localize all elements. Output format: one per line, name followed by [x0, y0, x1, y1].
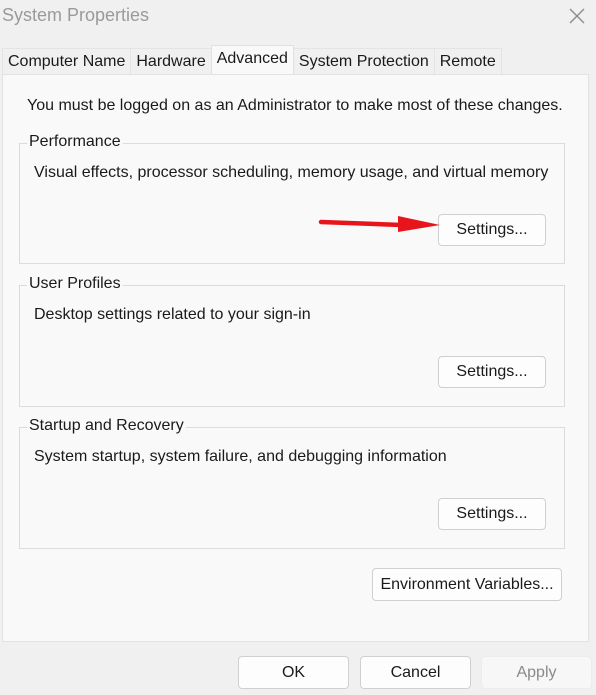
tab-advanced[interactable]: Advanced	[210, 45, 294, 74]
tab-system-protection[interactable]: System Protection	[292, 48, 435, 74]
startup-recovery-settings-button[interactable]: Settings...	[438, 498, 546, 530]
tab-computer-name[interactable]: Computer Name	[2, 48, 132, 74]
user-profiles-settings-button[interactable]: Settings...	[438, 356, 546, 388]
performance-settings-button[interactable]: Settings...	[438, 214, 546, 246]
startup-recovery-group: Startup and Recovery System startup, sys…	[19, 416, 565, 549]
title-bar: System Properties	[0, 0, 596, 36]
user-profiles-group-title: User Profiles	[27, 274, 123, 294]
window-title: System Properties	[2, 5, 150, 25]
startup-recovery-group-title: Startup and Recovery	[27, 416, 186, 436]
performance-description: Visual effects, processor scheduling, me…	[34, 164, 549, 181]
admin-note: You must be logged on as an Administrato…	[27, 97, 563, 114]
close-icon	[569, 8, 585, 24]
apply-button[interactable]: Apply	[481, 656, 592, 689]
ok-button[interactable]: OK	[238, 656, 349, 689]
user-profiles-group: User Profiles Desktop settings related t…	[19, 274, 565, 407]
cancel-button[interactable]: Cancel	[360, 656, 471, 689]
environment-variables-button[interactable]: Environment Variables...	[372, 568, 562, 601]
red-arrow-annotation-icon	[318, 216, 440, 232]
performance-group-title: Performance	[27, 132, 123, 152]
performance-group: Performance Visual effects, processor sc…	[19, 132, 565, 264]
tab-hardware[interactable]: Hardware	[130, 48, 212, 74]
advanced-tab-panel: You must be logged on as an Administrato…	[2, 74, 589, 642]
close-button[interactable]	[562, 2, 592, 30]
startup-recovery-description: System startup, system failure, and debu…	[34, 448, 447, 465]
user-profiles-description: Desktop settings related to your sign-in	[34, 306, 311, 323]
tab-strip: Computer Name Hardware Advanced System P…	[2, 45, 502, 74]
tab-remote[interactable]: Remote	[433, 48, 502, 74]
